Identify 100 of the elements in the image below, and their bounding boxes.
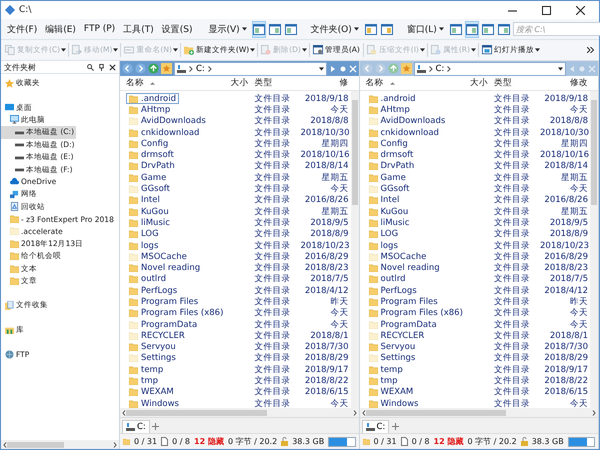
- file-name[interactable]: cnkidownload: [366, 127, 442, 138]
- file-name[interactable]: Program Files: [366, 296, 441, 308]
- file-name[interactable]: Config: [366, 138, 411, 150]
- column-header[interactable]: 大小: [230, 77, 248, 89]
- file-name[interactable]: tmp: [126, 376, 162, 387]
- file-name[interactable]: .android: [126, 93, 179, 104]
- file-name[interactable]: DrvPath: [366, 160, 418, 172]
- file-name[interactable]: Windows: [126, 398, 182, 408]
- file-name[interactable]: AvidDownloads: [366, 116, 448, 127]
- menu-item[interactable]: FTP (P): [80, 22, 118, 36]
- file-name[interactable]: drmsoft: [126, 150, 177, 161]
- file-name[interactable]: AHtmp: [366, 104, 413, 116]
- file-name[interactable]: outlrd: [366, 274, 409, 285]
- file-name[interactable]: MSOCache: [366, 251, 430, 262]
- file-name[interactable]: LOG: [126, 228, 162, 240]
- file-name[interactable]: Program Files: [126, 296, 202, 308]
- search-icon[interactable]: [87, 64, 94, 70]
- menu-dropdown[interactable]: 显示(V): [205, 20, 250, 38]
- file-name[interactable]: Program Files (x86): [366, 308, 466, 319]
- file-name[interactable]: Novel reading: [366, 262, 443, 274]
- breadcrumb[interactable]: C:: [196, 64, 205, 74]
- drive-tab[interactable]: C:: [122, 420, 150, 433]
- file-name[interactable]: logs: [366, 240, 401, 251]
- caret-icon[interactable]: [250, 48, 256, 52]
- file-name[interactable]: RECYCLER: [366, 330, 428, 342]
- menu-item[interactable]: 编辑(E): [42, 20, 79, 38]
- file-name[interactable]: Novel reading: [126, 262, 204, 274]
- menu-dropdown[interactable]: 窗口(L): [404, 20, 447, 38]
- add-tab-button[interactable]: [150, 420, 162, 433]
- file-name[interactable]: cnkidownload: [126, 127, 202, 138]
- file-name[interactable]: KuGou: [126, 206, 172, 218]
- file-name[interactable]: Windows: [366, 398, 422, 408]
- file-name[interactable]: ProgramData: [126, 319, 200, 330]
- file-name[interactable]: Game: [126, 172, 170, 184]
- file-name[interactable]: Intel: [366, 194, 402, 206]
- menu-dropdown[interactable]: 文件夹(O): [308, 20, 362, 38]
- address-bar[interactable]: C:: [414, 62, 566, 76]
- file-name[interactable]: DrvPath: [126, 160, 178, 172]
- arrow-icon[interactable]: [328, 64, 336, 72]
- file-name[interactable]: tmp: [366, 376, 401, 387]
- menu-item[interactable]: 工具(T): [120, 20, 157, 38]
- file-name[interactable]: logs: [126, 240, 162, 251]
- overflow-button[interactable]: [585, 45, 596, 55]
- back-button[interactable]: [122, 63, 133, 74]
- file-name[interactable]: LOG: [366, 228, 402, 240]
- add-tab-button[interactable]: [389, 420, 402, 433]
- file-name[interactable]: liMusic: [366, 217, 412, 228]
- file-name[interactable]: PerfLogs: [366, 285, 420, 296]
- file-name[interactable]: .android: [366, 93, 418, 104]
- file-name[interactable]: MSOCache: [126, 251, 190, 262]
- file-name[interactable]: RECYCLER: [126, 330, 188, 342]
- file-name[interactable]: ProgramData: [366, 319, 440, 330]
- scrollbar[interactable]: [590, 91, 598, 408]
- forward-button[interactable]: [135, 63, 146, 74]
- column-header[interactable]: 名称: [126, 77, 144, 89]
- file-name[interactable]: GGsoft: [366, 184, 412, 195]
- file-name[interactable]: PerfLogs: [126, 285, 180, 296]
- drive-tab[interactable]: C:: [362, 420, 390, 433]
- column-header[interactable]: 名称: [366, 77, 384, 89]
- file-name[interactable]: WEXAM: [126, 386, 177, 398]
- scrollbar[interactable]: [350, 91, 358, 408]
- menu-item[interactable]: 设置(S): [158, 20, 196, 38]
- file-name[interactable]: GGsoft: [126, 184, 173, 195]
- file-name[interactable]: AHtmp: [126, 104, 174, 116]
- search-field[interactable]: 搜索 C:\: [512, 22, 600, 36]
- caret-icon[interactable]: [534, 48, 540, 52]
- file-name[interactable]: Settings: [126, 352, 179, 364]
- column-header[interactable]: 修: [340, 77, 348, 89]
- column-header[interactable]: 大小: [470, 77, 488, 89]
- file-name[interactable]: temp: [366, 364, 406, 376]
- scroll-left-icon[interactable]: [3, 442, 7, 448]
- scroll-left-icon[interactable]: [122, 410, 126, 416]
- layout-button[interactable]: [464, 20, 479, 38]
- scroll-right-icon[interactable]: [352, 410, 356, 416]
- column-header[interactable]: 类型: [254, 77, 272, 89]
- file-name[interactable]: AvidDownloads: [126, 116, 209, 127]
- scroll-right-icon[interactable]: [592, 410, 596, 416]
- file-name[interactable]: temp: [126, 364, 166, 376]
- menu-item[interactable]: 文件(F): [4, 20, 40, 38]
- file-name[interactable]: outlrd: [126, 274, 170, 285]
- scrollbar[interactable]: [360, 408, 598, 417]
- scrollbar[interactable]: [1, 440, 119, 449]
- file-name[interactable]: Settings: [366, 352, 418, 364]
- layout-button[interactable]: [252, 20, 266, 38]
- file-name[interactable]: Config: [126, 138, 172, 150]
- file-name[interactable]: liMusic: [126, 217, 173, 228]
- file-name[interactable]: Intel: [126, 194, 163, 206]
- file-name[interactable]: drmsoft: [366, 150, 416, 161]
- address-bar[interactable]: C:: [174, 62, 326, 76]
- close-icon[interactable]: [109, 64, 116, 70]
- file-name[interactable]: KuGou: [366, 206, 412, 218]
- file-name[interactable]: Program Files (x86): [126, 308, 226, 319]
- file-name[interactable]: Game: [366, 172, 409, 184]
- column-header[interactable]: 类型: [494, 77, 512, 89]
- scroll-left-icon[interactable]: [362, 410, 366, 416]
- up-button[interactable]: [148, 63, 159, 74]
- breadcrumb[interactable]: C:: [436, 64, 444, 74]
- scrollbar[interactable]: [120, 408, 358, 417]
- file-name[interactable]: Servyou: [126, 342, 179, 353]
- file-name[interactable]: Servyou: [366, 342, 418, 353]
